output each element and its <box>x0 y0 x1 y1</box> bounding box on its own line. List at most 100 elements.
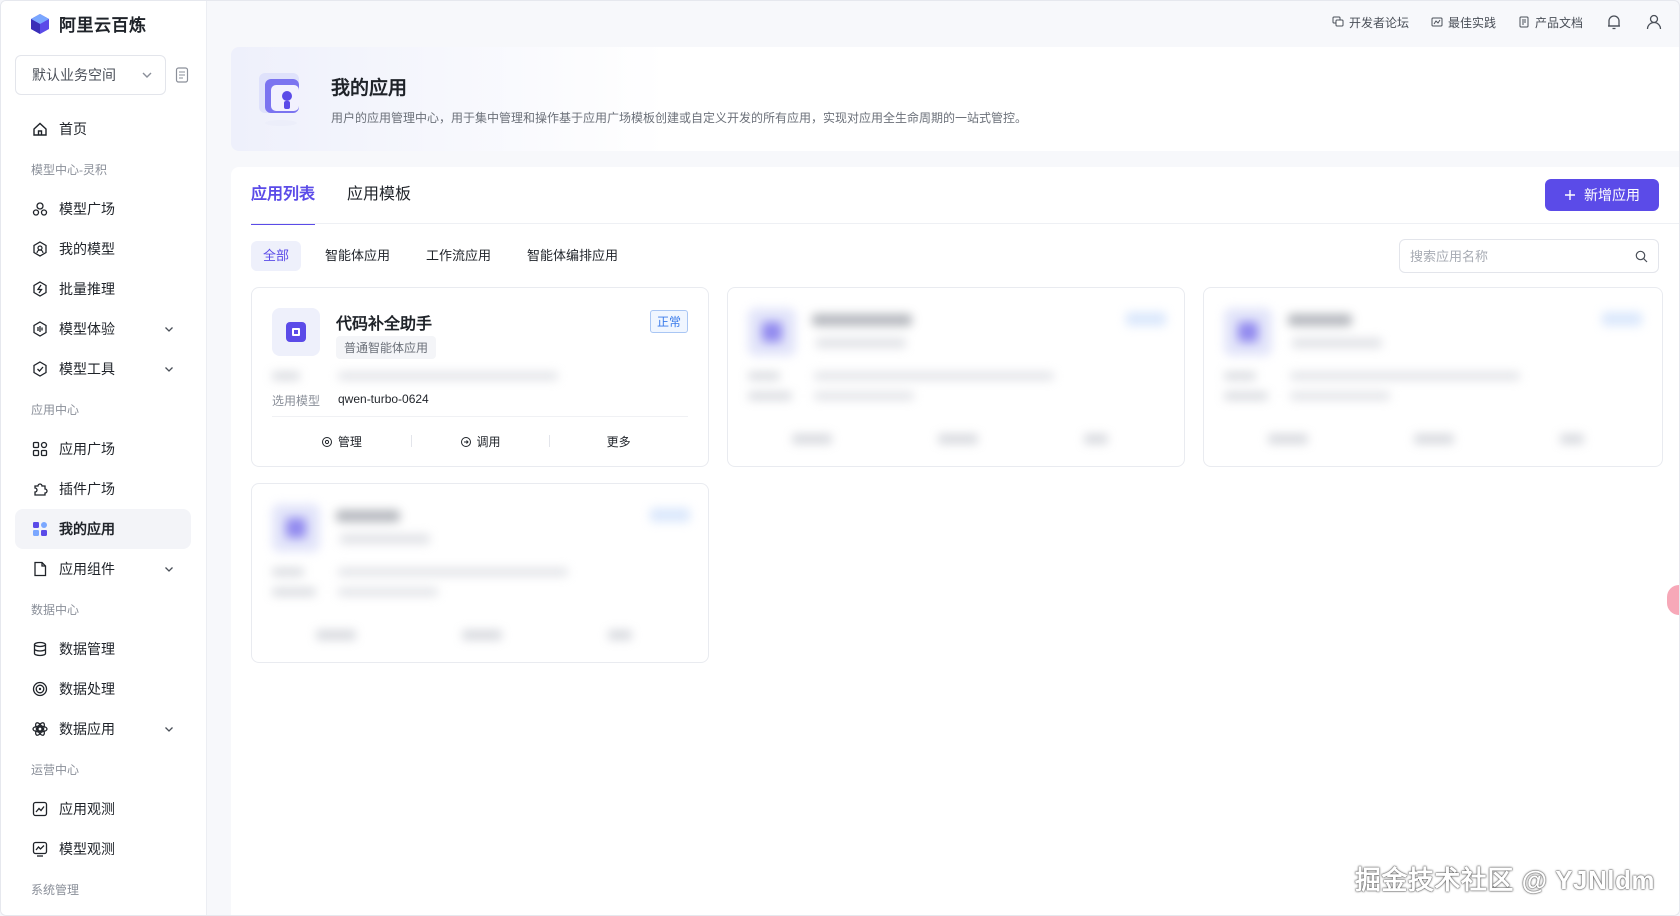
sidebar-item[interactable]: 插件广场 <box>15 469 191 509</box>
chevron-down-icon[interactable] <box>163 723 175 735</box>
logo-icon <box>31 13 49 34</box>
sidebar-item-label: 批量推理 <box>59 281 115 297</box>
my-model-icon <box>33 241 47 257</box>
model-trial-icon <box>33 321 47 337</box>
obscured-description <box>272 372 558 380</box>
page-header: 我的应用 用户的应用管理中心，用于集中管理和操作基于应用广场模板创建或自定义开发… <box>231 47 1679 151</box>
sidebar-item[interactable]: 批量推理 <box>15 269 191 309</box>
sidebar-item[interactable]: 我的应用 <box>15 509 191 549</box>
sidebar-item[interactable]: 应用广场 <box>15 429 191 469</box>
app-card-obscured[interactable] <box>727 287 1185 467</box>
app-icon <box>286 322 306 342</box>
sidebar-item[interactable]: 模型工具 <box>15 349 191 389</box>
invoke-button[interactable]: 调用 <box>410 433 550 450</box>
sidebar-item[interactable]: 应用组件 <box>15 549 191 589</box>
sidebar-item-label: 数据管理 <box>59 641 115 657</box>
chevron-down-icon <box>142 72 152 78</box>
model-tools-icon <box>33 361 47 377</box>
search-box <box>1399 239 1659 273</box>
app-card-obscured[interactable] <box>1203 287 1663 467</box>
sidebar-item-label: 插件广场 <box>59 481 115 497</box>
sidebar-item[interactable]: 我的模型 <box>15 229 191 269</box>
filter-agent[interactable]: 智能体应用 <box>313 241 402 271</box>
invoke-icon <box>460 436 471 447</box>
sidebar-item-label: 模型工具 <box>59 361 115 377</box>
workspace-label: 默认业务空间 <box>32 67 116 83</box>
sidebar: 阿里云百炼 默认业务空间 首页模型中心-灵积模型广场我的模型批量推理模型体验模型… <box>1 1 207 915</box>
sidebar-item[interactable]: 模型广场 <box>15 189 191 229</box>
tab-app-templates[interactable]: 应用模板 <box>347 167 411 223</box>
product-docs-link[interactable]: 产品文档 <box>1518 14 1583 31</box>
model-value: qwen-turbo-0624 <box>338 392 429 406</box>
batch-inference-icon <box>33 281 47 297</box>
manage-label: 管理 <box>337 435 362 449</box>
filter-all[interactable]: 全部 <box>251 241 302 271</box>
filter-workflow[interactable]: 工作流应用 <box>414 241 503 271</box>
add-app-button[interactable]: 新增应用 <box>1545 179 1659 211</box>
page-title: 我的应用 <box>331 78 408 99</box>
manage-button[interactable]: 管理 <box>272 433 411 450</box>
sidebar-group-label: 模型中心-灵积 <box>31 162 107 177</box>
sidebar-group-label: 应用中心 <box>31 402 80 417</box>
user-icon[interactable] <box>1645 13 1663 31</box>
app-card-obscured[interactable] <box>251 483 709 663</box>
app-square-icon <box>32 441 48 457</box>
floating-assistant-handle[interactable] <box>1667 585 1679 615</box>
document-icon[interactable] <box>175 67 189 83</box>
search-icon[interactable] <box>1635 250 1648 263</box>
status-badge: 正常 <box>649 310 688 333</box>
sidebar-item-label: 应用广场 <box>59 441 115 457</box>
best-practice-label: 最佳实践 <box>1447 15 1496 30</box>
sidebar-group-label: 运营中心 <box>31 762 80 777</box>
app-components-icon <box>34 561 47 577</box>
page-description: 用户的应用管理中心，用于集中管理和操作基于应用广场模板创建或自定义开发的所有应用… <box>331 111 1028 125</box>
workspace-select[interactable]: 默认业务空间 <box>15 55 166 95</box>
app-card[interactable]: 代码补全助手 普通智能体应用 正常 选用模型 qwen-turbo-0624 管… <box>251 287 709 467</box>
my-apps-illustration-icon <box>259 73 299 126</box>
developer-forum-link[interactable]: 开发者论坛 <box>1332 14 1409 31</box>
more-button[interactable]: 更多 <box>549 433 688 450</box>
sidebar-group-label: 系统管理 <box>31 882 80 897</box>
sidebar-group-label: 数据中心 <box>31 602 80 617</box>
tab-app-list[interactable]: 应用列表 <box>251 167 316 225</box>
logo[interactable]: 阿里云百炼 <box>29 11 147 36</box>
sidebar-item[interactable]: 模型观测 <box>15 829 191 869</box>
my-apps-icon <box>33 522 47 536</box>
sidebar-item[interactable]: 应用观测 <box>15 789 191 829</box>
obscured-card-content <box>748 308 1166 444</box>
more-label: 更多 <box>606 435 631 449</box>
chevron-down-icon[interactable] <box>163 563 175 575</box>
sidebar-nav: 首页模型中心-灵积模型广场我的模型批量推理模型体验模型工具应用中心应用广场插件广… <box>15 109 191 909</box>
sidebar-item[interactable]: 模型体验 <box>15 309 191 349</box>
best-practice-link[interactable]: 最佳实践 <box>1431 14 1496 31</box>
logo-text: 阿里云百炼 <box>59 16 147 35</box>
docs-icon <box>1519 16 1529 28</box>
sidebar-item[interactable]: 首页 <box>15 109 191 149</box>
topbar: 开发者论坛 最佳实践 产品文档 <box>207 1 1679 45</box>
search-input[interactable] <box>1410 248 1620 264</box>
obscured-card-content <box>1224 308 1642 444</box>
tab-divider <box>251 223 1679 224</box>
filter-bar: 全部 智能体应用 工作流应用 智能体编排应用 <box>251 241 630 271</box>
plugin-icon <box>34 483 48 496</box>
main-panel: 应用列表 应用模板 新增应用 全部 智能体应用 工作流应用 智能体编排应用 代码… <box>231 167 1679 915</box>
developer-forum-label: 开发者论坛 <box>1348 15 1409 30</box>
chevron-down-icon[interactable] <box>163 363 175 375</box>
database-icon <box>33 641 47 657</box>
sidebar-item-label: 数据应用 <box>59 721 115 737</box>
sidebar-item-label: 我的模型 <box>59 241 115 257</box>
forum-icon <box>1332 16 1344 27</box>
app-type-tag: 普通智能体应用 <box>336 336 437 359</box>
sidebar-item[interactable]: 数据应用 <box>15 709 191 749</box>
data-app-icon <box>32 722 48 736</box>
filter-agent-orchestration[interactable]: 智能体编排应用 <box>515 241 630 271</box>
chevron-down-icon[interactable] <box>163 323 175 335</box>
tabs: 应用列表 应用模板 <box>251 167 411 225</box>
app-monitor-icon <box>32 801 48 817</box>
plus-icon <box>1565 190 1575 200</box>
bell-icon[interactable] <box>1605 13 1623 31</box>
sidebar-item[interactable]: 数据处理 <box>15 669 191 709</box>
add-app-label: 新增应用 <box>1584 187 1640 203</box>
sidebar-item[interactable]: 数据管理 <box>15 629 191 669</box>
product-docs-label: 产品文档 <box>1534 15 1583 30</box>
